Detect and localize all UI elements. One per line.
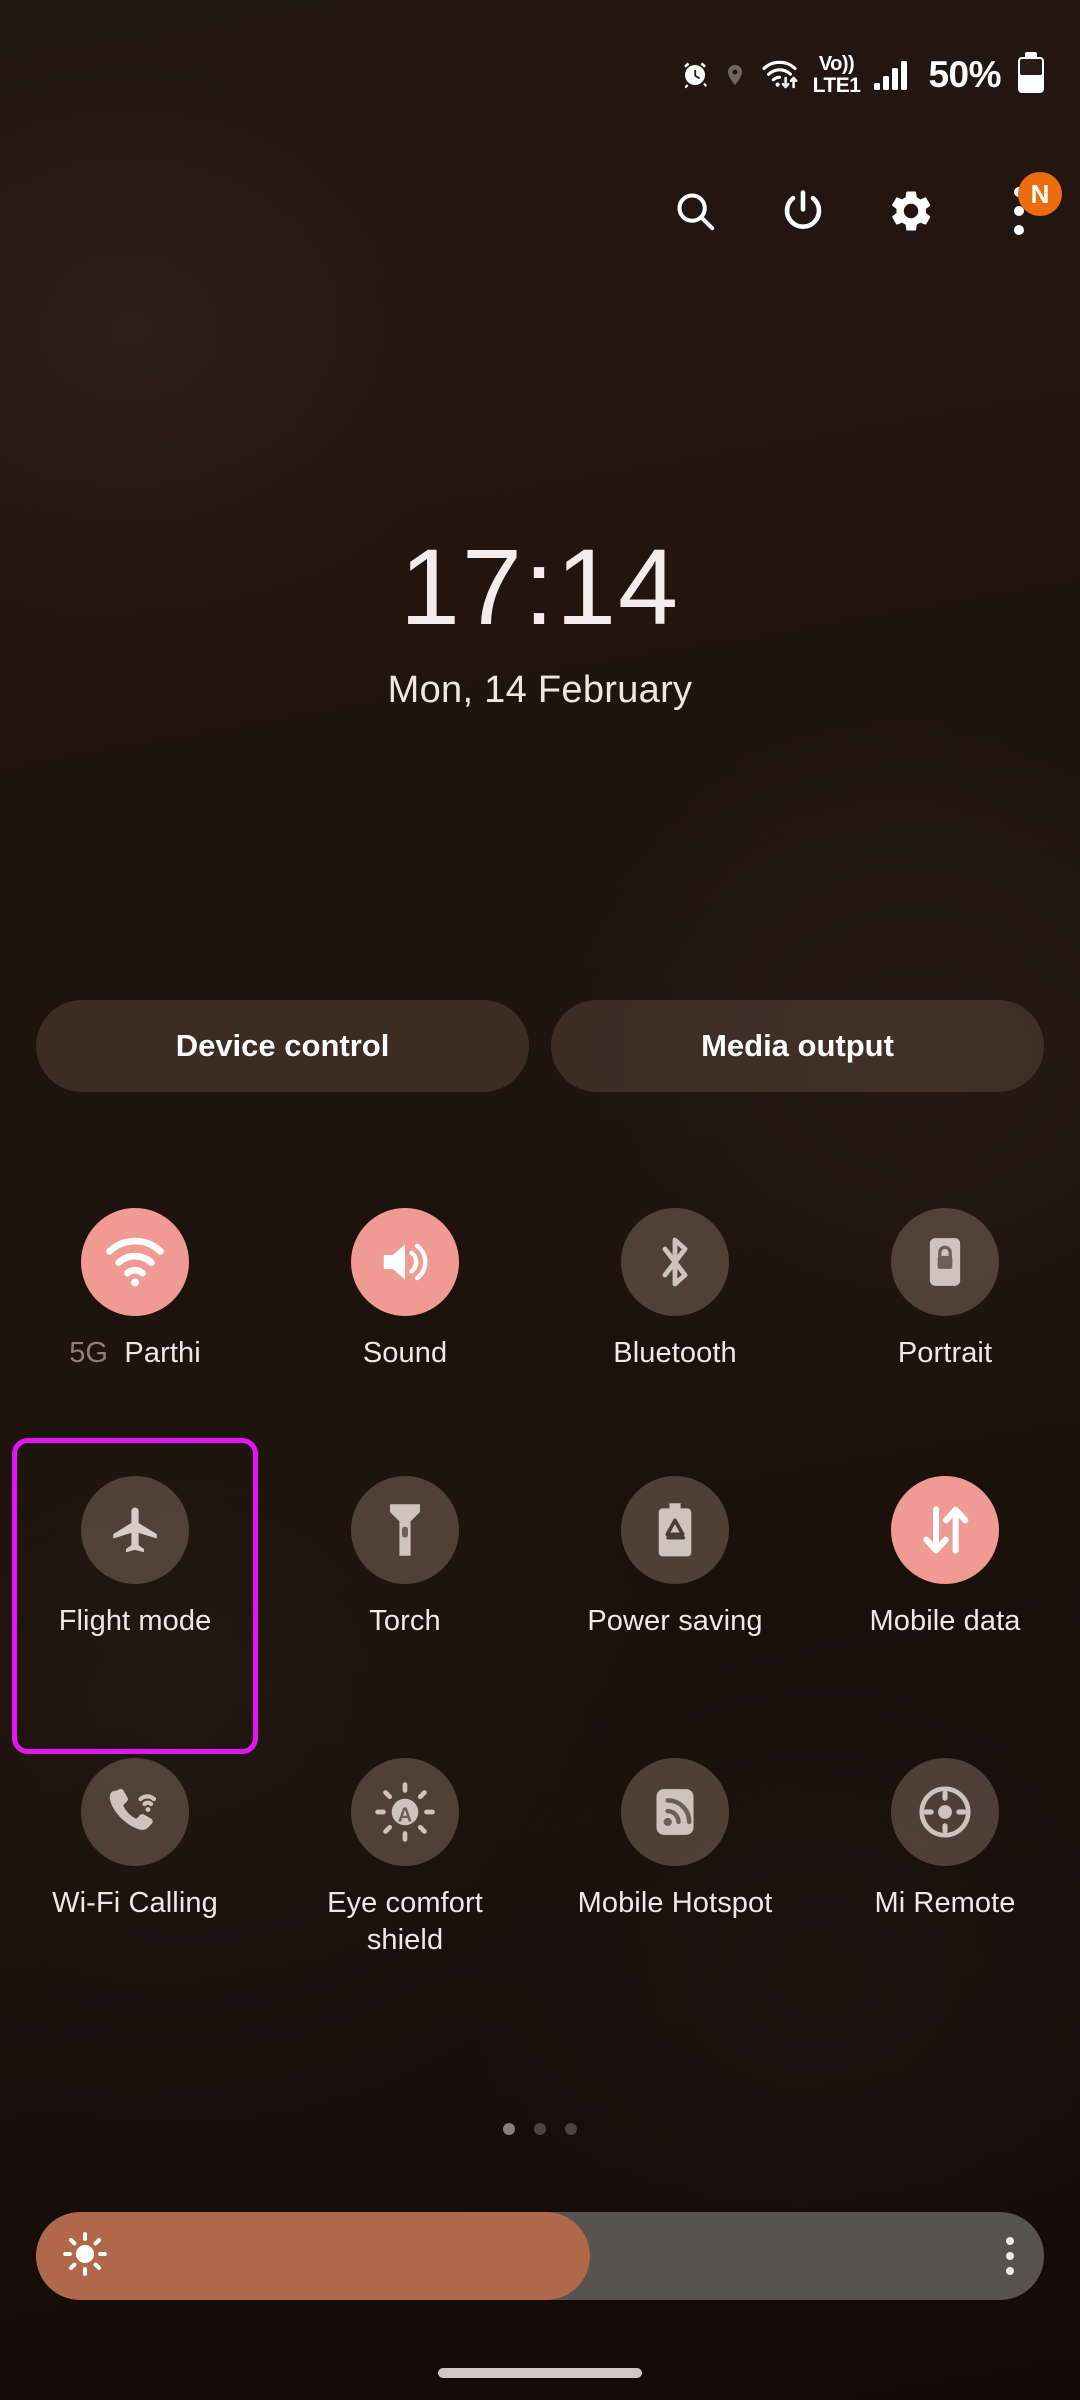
tile-wifi-calling[interactable]: Wi-Fi Calling xyxy=(0,1740,270,1990)
tile-icon-wrapper xyxy=(621,1476,729,1584)
wifi-calling-icon xyxy=(109,1788,157,1830)
volte-icon: Vo)) LTE1 xyxy=(813,54,861,96)
power-button[interactable] xyxy=(772,180,834,242)
tile-label-prefix: 5G xyxy=(69,1337,109,1369)
clock-widget: 17:14 Mon, 14 February xyxy=(0,530,1080,712)
tile-mobile-hotspot[interactable]: Mobile Hotspot xyxy=(540,1740,810,1990)
tile-portrait[interactable]: Portrait xyxy=(810,1190,1080,1458)
eye-comfort-icon: A xyxy=(375,1782,435,1842)
tile-row-1: 5G Parthi Sound Bluetooth Portrait xyxy=(0,1190,1080,1458)
tile-icon-wrapper xyxy=(621,1758,729,1866)
page-dot[interactable] xyxy=(565,2123,577,2135)
airplane-icon xyxy=(113,1507,157,1553)
tile-icon-wrapper: A xyxy=(351,1758,459,1866)
tile-label: Mi Remote xyxy=(874,1887,1016,1919)
notification-badge: N xyxy=(1018,172,1062,216)
settings-button[interactable] xyxy=(880,180,942,242)
tile-label-text: Parthi xyxy=(124,1337,201,1369)
location-icon xyxy=(723,60,747,90)
tile-icon-wrapper xyxy=(351,1476,459,1584)
tile-icon-wrapper xyxy=(81,1758,189,1866)
brightness-slider-fill xyxy=(36,2212,591,2300)
media-output-button[interactable]: Media output xyxy=(551,1000,1044,1092)
volume-icon xyxy=(383,1243,428,1281)
tile-label: Sound xyxy=(362,1337,448,1369)
tile-label: Bluetooth xyxy=(613,1337,737,1369)
brightness-slider[interactable] xyxy=(36,2212,1044,2300)
tile-label: 5G Parthi xyxy=(69,1335,201,1372)
power-icon xyxy=(784,190,822,229)
page-dot[interactable] xyxy=(534,2123,546,2135)
clock-date[interactable]: Mon, 14 February xyxy=(0,669,1080,712)
device-control-button[interactable]: Device control xyxy=(36,1000,529,1092)
tile-row-3: Wi-Fi Calling A Eye comfort shield Mobil… xyxy=(0,1740,1080,1990)
page-indicator xyxy=(0,2123,1080,2135)
shortcut-pills: Device control Media output xyxy=(36,1000,1044,1092)
flashlight-icon xyxy=(390,1504,420,1556)
tile-label: Mobile Hotspot xyxy=(577,1887,773,1919)
tile-wifi[interactable]: 5G Parthi xyxy=(0,1190,270,1458)
hotspot-icon xyxy=(656,1789,694,1835)
navigation-home-indicator[interactable] xyxy=(438,2368,642,2378)
tile-icon-wrapper xyxy=(351,1208,459,1316)
volte-line-1: Vo)) xyxy=(818,53,855,75)
more-options-button[interactable]: N xyxy=(988,172,1062,242)
tile-label: Eye comfort shield xyxy=(327,1887,483,1957)
page-dot-active[interactable] xyxy=(503,2123,515,2135)
mobile-data-icon xyxy=(923,1506,969,1554)
wifi-icon xyxy=(106,1237,164,1287)
tile-label: Wi-Fi Calling xyxy=(52,1887,218,1919)
remote-icon xyxy=(919,1786,971,1838)
tile-icon-wrapper xyxy=(891,1208,999,1316)
svg-text:A: A xyxy=(398,1804,412,1826)
volte-line-2: LTE1 xyxy=(812,74,861,97)
brightness-options-button[interactable] xyxy=(1006,2212,1014,2300)
gear-icon xyxy=(892,191,931,231)
tile-mi-remote[interactable]: Mi Remote xyxy=(810,1740,1080,1990)
bluetooth-icon xyxy=(662,1237,688,1287)
clock-time[interactable]: 17:14 xyxy=(0,530,1080,644)
alarm-icon xyxy=(680,60,710,90)
wifi-data-icon xyxy=(760,58,800,92)
quick-settings-grid: 5G Parthi Sound Bluetooth Portrait Fligh… xyxy=(0,1190,1080,1990)
tile-icon-wrapper xyxy=(891,1758,999,1866)
tile-icon-wrapper xyxy=(81,1476,189,1584)
tile-icon-wrapper xyxy=(621,1208,729,1316)
quick-settings-panel: Vo)) LTE1 50% N 17:14 Mon, 14 February D… xyxy=(0,0,1080,2400)
tile-torch[interactable]: Torch xyxy=(270,1458,540,1740)
status-bar: Vo)) LTE1 50% xyxy=(0,0,1080,150)
tile-label: Flight mode xyxy=(58,1605,212,1637)
tile-mobile-data[interactable]: Mobile data xyxy=(810,1458,1080,1740)
quick-settings-header: N xyxy=(664,172,1062,242)
power-saving-icon xyxy=(658,1503,692,1557)
tile-bluetooth[interactable]: Bluetooth xyxy=(540,1190,810,1458)
rotation-lock-icon xyxy=(929,1238,961,1286)
tile-icon-wrapper xyxy=(891,1476,999,1584)
tile-label: Portrait xyxy=(897,1337,993,1369)
battery-percent-label: 50% xyxy=(928,54,1001,95)
tile-power-saving[interactable]: Power saving xyxy=(540,1458,810,1740)
brightness-sun-icon xyxy=(62,2231,108,2282)
tile-flight-mode[interactable]: Flight mode xyxy=(0,1438,270,1754)
tile-sound[interactable]: Sound xyxy=(270,1190,540,1458)
battery-icon xyxy=(1018,52,1044,93)
tile-icon-wrapper xyxy=(81,1208,189,1316)
tile-eye-comfort-shield[interactable]: A Eye comfort shield xyxy=(270,1740,540,1990)
tile-label: Power saving xyxy=(587,1605,763,1637)
battery-level-fill xyxy=(1020,59,1042,75)
search-button[interactable] xyxy=(664,180,726,242)
search-icon xyxy=(677,193,715,231)
tile-row-2: Flight mode Torch Power saving Mobile da… xyxy=(0,1438,1080,1754)
tile-label: Torch xyxy=(369,1605,441,1637)
signal-bars-icon xyxy=(873,59,911,91)
tile-label: Mobile data xyxy=(869,1605,1021,1637)
